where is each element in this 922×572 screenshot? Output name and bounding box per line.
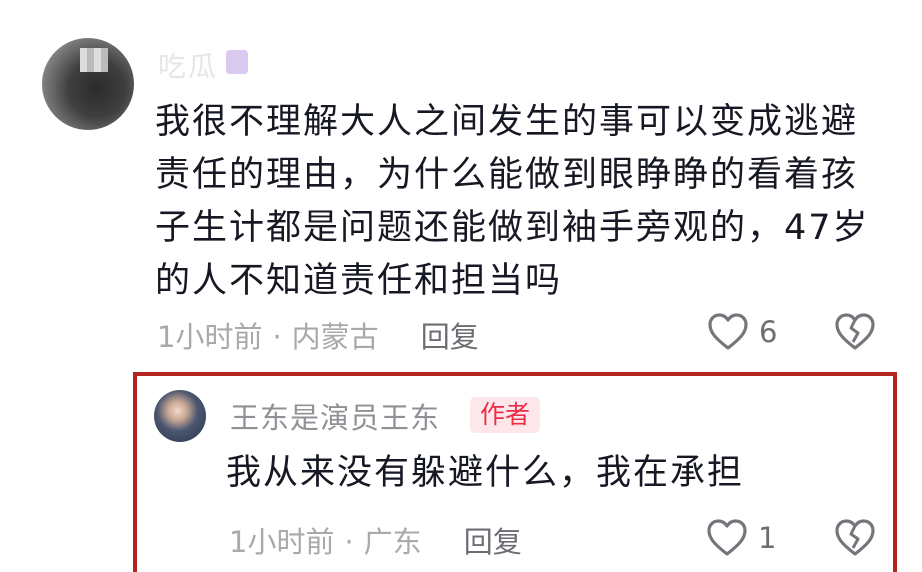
- author-badge: 作者: [470, 397, 541, 433]
- broken-heart-icon: [834, 312, 876, 352]
- reply-reply-button[interactable]: 回复: [464, 525, 522, 559]
- avatar[interactable]: [42, 38, 134, 130]
- reply-avatar[interactable]: [154, 390, 206, 442]
- reply-location: 广东: [363, 525, 422, 559]
- separator: ·: [272, 320, 282, 354]
- reply-button[interactable]: 回复: [421, 320, 479, 354]
- like-count: 6: [759, 315, 778, 349]
- location: 内蒙古: [291, 320, 379, 354]
- heart-icon: [707, 312, 749, 352]
- broken-heart-icon: [834, 518, 876, 558]
- username[interactable]: 吃瓜: [158, 45, 218, 85]
- comment-meta: 1小时前 · 内蒙古 回复: [157, 314, 479, 356]
- comment-text: 我很不理解大人之间发生的事可以变成逃避责任的理由，为什么能做到眼睁睁的看着孩子生…: [155, 102, 870, 301]
- like-button[interactable]: 6: [707, 312, 777, 352]
- reply-text: 我从来没有躲避什么，我在承担: [226, 453, 745, 493]
- reply-like-button[interactable]: 1: [706, 518, 776, 558]
- main-comment: 吃瓜 我很不理解大人之间发生的事可以变成逃避责任的理由，为什么能做到眼睁睁的看着…: [0, 0, 922, 370]
- avatar-mosaic: [80, 48, 108, 72]
- dislike-button[interactable]: [834, 312, 876, 352]
- timestamp: 1小时前: [157, 320, 263, 354]
- reply-meta: 1小时前 · 广东 回复: [229, 519, 522, 561]
- heart-icon: [706, 518, 748, 558]
- reply-username[interactable]: 王东是演员王东: [230, 395, 440, 437]
- reply-like-count: 1: [758, 521, 777, 555]
- user-badge: [226, 50, 248, 74]
- separator: ·: [344, 525, 354, 559]
- reply-timestamp: 1小时前: [229, 525, 335, 559]
- reply-dislike-button[interactable]: [834, 518, 876, 558]
